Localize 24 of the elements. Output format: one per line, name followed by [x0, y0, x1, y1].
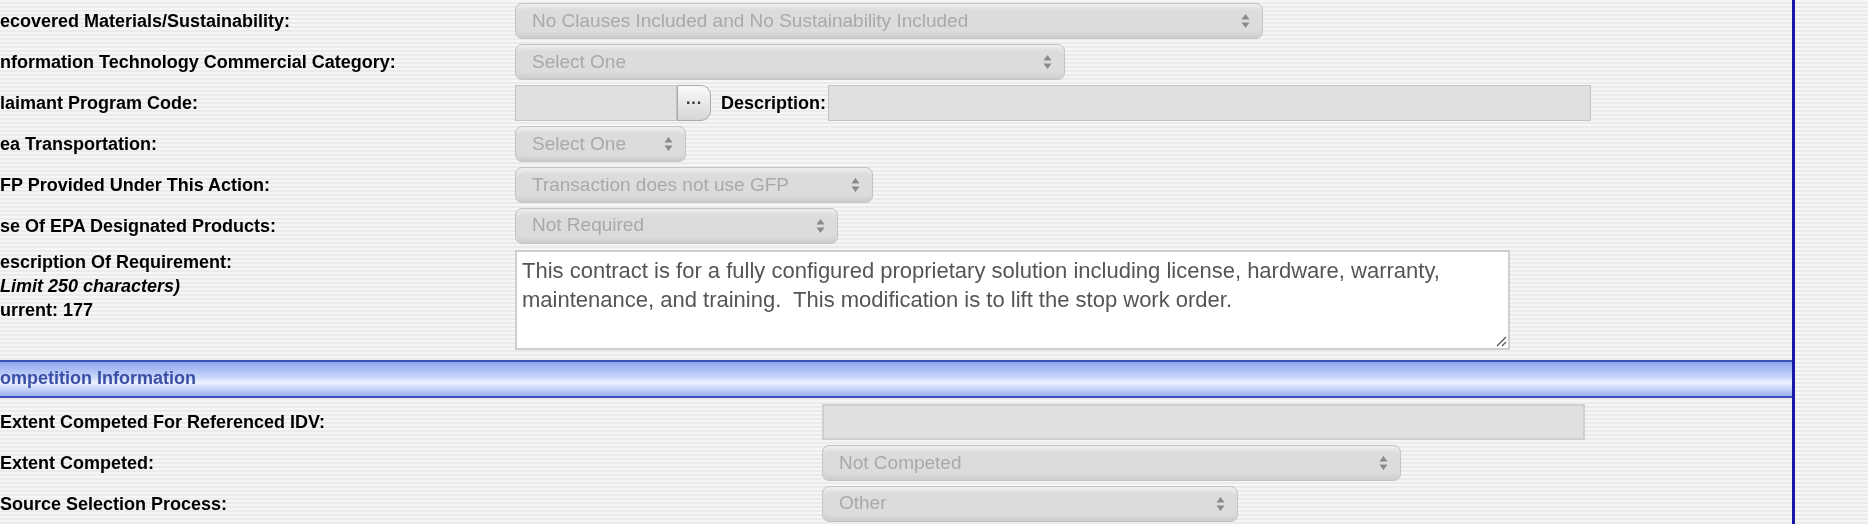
- field-label: Description:: [721, 91, 826, 115]
- select-arrows-icon: [1216, 495, 1225, 512]
- field-label: Source Selection Process:: [0, 492, 229, 516]
- field-label: ecovered Materials/Sustainability:: [0, 10, 292, 34]
- select-arrows-icon: [1379, 454, 1388, 471]
- field-label: ea Transportation:: [0, 132, 159, 156]
- select-arrows-icon: [851, 176, 860, 193]
- character-count: urrent: 177: [0, 299, 95, 323]
- field-label: Extent Competed:: [0, 451, 155, 475]
- description-field[interactable]: [828, 85, 1591, 122]
- field-label: Extent Competed For Referenced IDV:: [0, 410, 327, 434]
- field-label: escription Of Requirement:: [0, 251, 234, 275]
- select-arrows-icon: [816, 217, 825, 234]
- field-hint: Limit 250 characters): [0, 275, 182, 299]
- field-label: laimant Program Code:: [0, 92, 200, 116]
- section-title: ompetition Information: [0, 367, 196, 391]
- select-arrows-icon: [1043, 54, 1052, 71]
- select-arrows-icon: [1241, 13, 1250, 30]
- field-label: nformation Technology Commercial Category:: [0, 51, 397, 75]
- resize-grip-icon[interactable]: [1495, 335, 1507, 348]
- field-label: se Of EPA Designated Products:: [0, 214, 278, 238]
- text-area[interactable]: This contract is for a fully configured proprietary solution including license, hardware, warranty, maintenance, and training. This modification is to lift the stop work order.: [515, 250, 1510, 351]
- field-label: FP Provided Under This Action:: [0, 173, 272, 197]
- select-arrows-icon: [664, 135, 673, 152]
